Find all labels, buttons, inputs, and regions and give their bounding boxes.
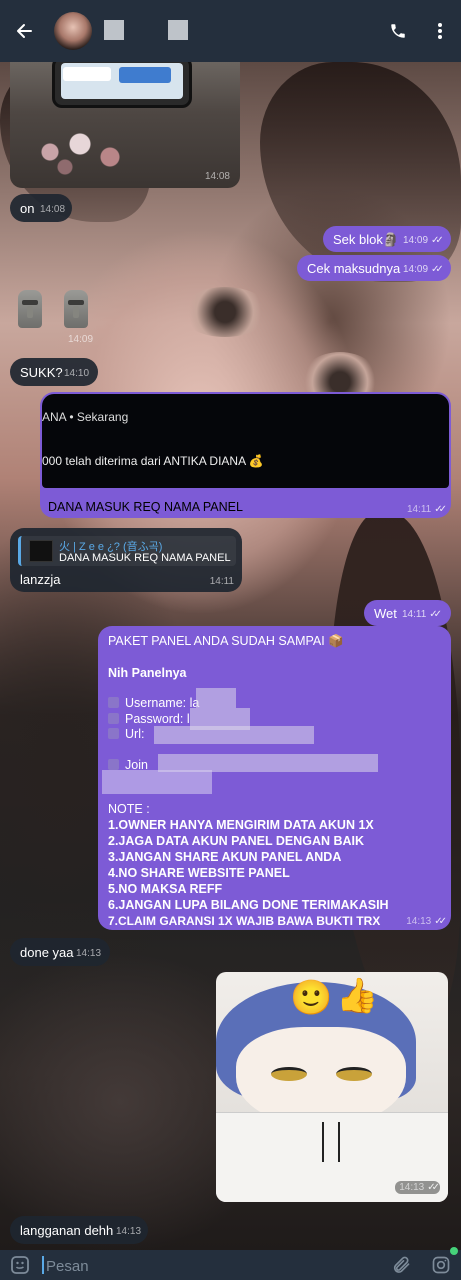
reply-quote[interactable]: 火 | Z e e ¿? (音ふ곡) DANA MASUK REQ NAMA P…: [18, 536, 236, 566]
emoji-message[interactable]: 🗿🗿 14:09: [14, 288, 104, 348]
panel-password: Password: l: [108, 712, 190, 726]
message-time: 14:11 ✓✓: [406, 504, 447, 515]
incoming-message[interactable]: SUKK? 14:10: [10, 358, 98, 386]
panel-rule: 2.JAGA DATA AKUN PANEL DENGAN BAIK: [108, 834, 365, 848]
double-check-icon: ✓✓: [431, 264, 444, 275]
outgoing-message[interactable]: Sek blok🗿 14:09 ✓✓: [323, 226, 451, 252]
panel-rule: 7.CLAIM GARANSI 1X WAJIB BAWA BUKTI TRX: [108, 914, 381, 928]
square-icon: [108, 759, 119, 770]
more-vertical-icon: [438, 23, 442, 39]
incoming-reply-message[interactable]: 火 | Z e e ¿? (音ふ곡) DANA MASUK REQ NAMA P…: [10, 528, 242, 592]
contact-status-censored: [168, 20, 188, 40]
smiley-icon: 🙂: [290, 979, 333, 1017]
camera-icon: [432, 1256, 450, 1274]
censor-block: [196, 688, 236, 708]
incoming-message[interactable]: done yaa 14:13: [10, 938, 110, 966]
chat-header: [0, 0, 461, 62]
message-time: 14:10: [64, 368, 90, 379]
sticker-eye: [271, 1067, 307, 1081]
message-input-placeholder: Pesan: [46, 1257, 89, 1275]
double-check-icon: ✓✓: [427, 1182, 440, 1193]
message-input[interactable]: Pesan: [40, 1255, 381, 1275]
phone-icon: [391, 24, 405, 38]
panel-rule: 3.JANGAN SHARE AKUN PANEL ANDA: [108, 850, 342, 864]
panel-subtitle: Nih Panelnya: [108, 666, 187, 680]
outgoing-image-message[interactable]: ANA • Sekarang 000 telah diterima dari A…: [40, 392, 451, 518]
reply-thumbnail: [29, 540, 53, 562]
emoji-button[interactable]: [0, 1250, 40, 1280]
panel-username: Username: la: [108, 696, 199, 710]
message-time: 14:08: [204, 171, 230, 182]
message-time: 14:08: [40, 204, 66, 215]
reply-text: DANA MASUK REQ NAMA PANEL: [59, 552, 231, 564]
panel-rule: 4.NO SHARE WEBSITE PANEL: [108, 866, 290, 880]
back-button[interactable]: [0, 0, 48, 62]
message-input-bar: Pesan: [0, 1250, 461, 1280]
attach-button[interactable]: [381, 1250, 421, 1280]
sticker-ribbon: [322, 1122, 340, 1162]
thumbs-up-icon: 👍: [336, 977, 379, 1015]
message-time: 14:09 ✓✓: [403, 264, 444, 275]
moai-icon: [64, 290, 88, 328]
message-time: 14:13: [116, 1226, 142, 1237]
square-icon: [108, 728, 119, 739]
square-icon: [108, 713, 119, 724]
double-check-icon: ✓✓: [434, 504, 447, 515]
message-text: Wet: [374, 606, 397, 621]
message-time: 14:13 ✓✓: [395, 1181, 440, 1194]
phone-photo: [52, 62, 192, 108]
flowers-photo: [30, 122, 150, 177]
censor-block: [154, 726, 314, 744]
call-button[interactable]: [377, 0, 419, 62]
message-text: Cek maksudnya: [307, 261, 401, 276]
outgoing-panel-message[interactable]: PAKET PANEL ANDA SUDAH SAMPAI 📦 Nih Pane…: [98, 626, 451, 930]
moai-icon: [18, 290, 42, 328]
message-time: 14:13 ✓✓: [406, 916, 447, 927]
panel-title: PAKET PANEL ANDA SUDAH SAMPAI 📦: [108, 634, 344, 648]
sticker-eye: [336, 1067, 372, 1081]
notification-text: 000 telah diterima dari ANTIKA DIANA 💰: [42, 454, 264, 468]
censor-block: [102, 770, 212, 794]
message-text: SUKK?: [20, 365, 63, 380]
panel-rule: 6.JANGAN LUPA BILANG DONE TERIMAKASIH: [108, 898, 389, 912]
message-text: langganan dehh: [20, 1223, 114, 1238]
notification-app: ANA • Sekarang: [42, 410, 129, 424]
double-check-icon: ✓✓: [434, 916, 447, 927]
paperclip-icon: [393, 1256, 410, 1273]
outgoing-message[interactable]: Wet 14:11 ✓✓: [364, 600, 451, 626]
online-indicator: [450, 1247, 458, 1255]
sticker-message[interactable]: 🙂 👍 14:13 ✓✓: [216, 972, 448, 1202]
square-icon: [108, 697, 119, 708]
menu-button[interactable]: [419, 0, 461, 62]
avatar[interactable]: [54, 12, 92, 50]
panel-rule: 5.NO MAKSA REFF: [108, 882, 223, 896]
incoming-message[interactable]: on 14:08: [10, 194, 72, 222]
text-caret: [42, 1255, 44, 1274]
notification-screenshot: ANA • Sekarang 000 telah diterima dari A…: [42, 394, 449, 488]
message-text: done yaa: [20, 945, 74, 960]
message-time: 14:09 ✓✓: [403, 235, 444, 246]
panel-note: NOTE :: [108, 802, 150, 816]
media-message[interactable]: 14:08: [10, 62, 240, 188]
message-time: 14:11 ✓✓: [402, 609, 442, 620]
sticker-emoji-icon: [11, 1256, 29, 1274]
message-text: Sek blok🗿: [333, 232, 400, 247]
message-text: on: [20, 201, 35, 216]
outgoing-message[interactable]: Cek maksudnya 14:09 ✓✓: [297, 255, 451, 281]
incoming-message[interactable]: langganan dehh 14:13: [10, 1216, 148, 1244]
message-text: lanzzja: [20, 572, 61, 587]
arrow-left-icon: [17, 24, 32, 38]
message-time: 14:09: [68, 334, 94, 345]
panel-rule: 1.OWNER HANYA MENGIRIM DATA AKUN 1X: [108, 818, 374, 832]
panel-url: Url:: [108, 727, 144, 741]
image-caption: DANA MASUK REQ NAMA PANEL: [48, 500, 243, 514]
wallpaper-eye: [180, 287, 270, 337]
double-check-icon: ✓✓: [431, 235, 444, 246]
message-time: 14:11: [209, 576, 234, 587]
message-time: 14:13: [76, 948, 102, 959]
contact-name-censored: [104, 20, 124, 40]
double-check-icon: ✓✓: [429, 609, 442, 620]
